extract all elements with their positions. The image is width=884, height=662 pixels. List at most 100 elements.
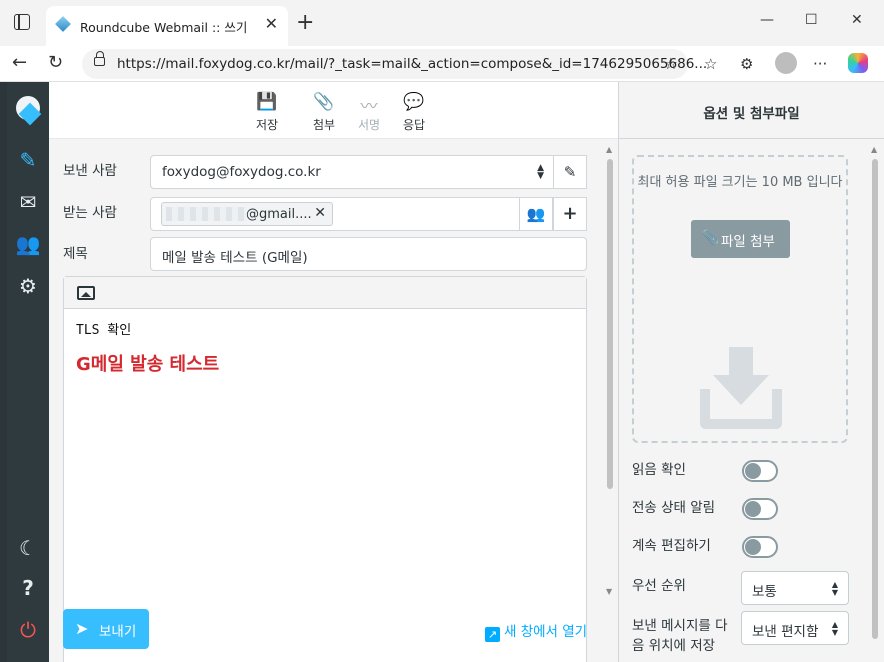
logout-icon[interactable]: ⏻	[7, 618, 49, 642]
scroll-down-icon[interactable]: ▼	[606, 587, 612, 596]
remove-recipient-icon[interactable]: ✕	[314, 205, 326, 221]
priority-label: 우선 순위	[632, 578, 686, 594]
download-icon	[700, 347, 782, 429]
read-receipt-label: 읽음 확인	[632, 462, 686, 478]
scroll-up-icon[interactable]: ▲	[871, 145, 877, 154]
save-icon: 💾	[256, 92, 278, 112]
compose-scrollbar[interactable]: ▲ ▼	[602, 139, 618, 602]
contacts-icon[interactable]: 👥	[7, 232, 49, 256]
address-book-icon[interactable]: 👥	[519, 197, 553, 231]
compose-headers: 보낸 사람 foxydog@foxydog.co.kr ▲ ▼ ✎ 받는 사람 @…	[49, 139, 618, 662]
delivery-status-row: 전송 상태 알림	[632, 498, 872, 520]
tab-close-icon[interactable]: ✕	[265, 14, 278, 33]
select-arrow-icon: ▲ ▼	[831, 620, 838, 637]
roundcube-favicon-icon	[55, 16, 71, 32]
recipient-chip[interactable]: @gmail.... ✕	[161, 202, 333, 226]
keep-editing-label: 계속 편집하기	[632, 538, 711, 554]
compose-panel: 💾 저장 📎 첨부 〰 서명 💬 응답 보낸 사람 foxydog@foxydo…	[49, 82, 618, 662]
favorites-icon[interactable]: ☆	[704, 55, 717, 73]
send-icon: ➤	[75, 619, 89, 638]
options-header: 옵션 및 첨부파일	[619, 82, 884, 139]
read-receipt-toggle[interactable]	[742, 460, 778, 482]
browser-address-bar: ← ↻ https://mail.foxydog.co.kr/mail/?_ta…	[0, 46, 884, 82]
profile-avatar[interactable]	[775, 52, 797, 74]
select-arrow-icon: ▲ ▼	[537, 163, 544, 181]
browser-tab-bar: Roundcube Webmail :: 쓰기 ✕ + — ☐ ✕	[0, 0, 884, 46]
signature-button[interactable]: 〰 서명	[345, 92, 393, 133]
read-receipt-row: 읽음 확인	[632, 460, 872, 482]
save-sent-row: 보낸 메시지를 다음 위치에 저장 보낸 편지함 ▲ ▼	[632, 611, 872, 658]
delivery-status-label: 전송 상태 알림	[632, 500, 716, 516]
new-tab-icon[interactable]: +	[296, 10, 314, 35]
roundcube-app: ✎ ✉ 👥 ⚙ ☾ ? ⏻ 💾 저장 📎 첨부 〰 서명 💬 응답 보낸 사람 …	[0, 82, 884, 662]
more-menu-icon[interactable]: ···	[813, 55, 827, 73]
mail-icon[interactable]: ✉	[7, 190, 49, 214]
compose-icon[interactable]: ✎	[7, 148, 49, 172]
external-link-icon: ↗	[485, 627, 500, 642]
editor-toolbar	[64, 277, 586, 309]
back-icon[interactable]: ←	[12, 52, 27, 73]
select-arrow-icon: ▲ ▼	[831, 580, 838, 597]
priority-row: 우선 순위 보통 ▲ ▼	[632, 570, 872, 605]
scroll-thumb[interactable]	[872, 159, 878, 639]
nav-rail: ✎ ✉ 👥 ⚙ ☾ ? ⏻	[7, 82, 49, 662]
from-label: 보낸 사람	[63, 163, 117, 179]
comment-icon: 💬	[403, 92, 425, 112]
help-icon[interactable]: ?	[7, 576, 49, 600]
compose-toolbar: 💾 저장 📎 첨부 〰 서명 💬 응답	[49, 82, 618, 139]
keep-editing-toggle[interactable]	[742, 536, 778, 558]
lock-icon[interactable]	[94, 51, 105, 66]
favorite-star-icon[interactable]: ☆	[664, 54, 678, 73]
file-attach-button[interactable]: 📎 파일 첨부	[691, 220, 790, 258]
add-header-icon[interactable]: +	[553, 197, 587, 231]
paperclip-icon: 📎	[313, 92, 335, 112]
attachment-dropzone[interactable]: 최대 허용 파일 크기는 10 MB 입니다 📎 파일 첨부	[632, 155, 848, 443]
body-heading: G메일 발송 테스트	[76, 354, 220, 375]
paperclip-icon: 📎	[702, 230, 720, 246]
save-sent-label: 보낸 메시지를 다음 위치에 저장	[632, 618, 728, 654]
settings-icon[interactable]: ⚙	[7, 274, 49, 298]
options-scrollbar[interactable]: ▲	[866, 139, 884, 662]
recipient-address: @gmail....	[246, 207, 312, 222]
keep-editing-row: 계속 편집하기	[632, 536, 872, 558]
from-value: foxydog@foxydog.co.kr	[162, 164, 321, 180]
minimize-icon[interactable]: —	[760, 12, 774, 28]
options-title: 옵션 및 첨부파일	[703, 106, 800, 122]
tab-actions-icon[interactable]	[14, 14, 30, 30]
insert-image-icon[interactable]	[77, 286, 95, 300]
delivery-status-toggle[interactable]	[742, 498, 778, 520]
attach-button[interactable]: 📎 첨부	[300, 92, 348, 133]
extensions-icon[interactable]: ⚙	[740, 55, 753, 73]
maximize-icon[interactable]: ☐	[805, 12, 818, 28]
redacted-address	[166, 207, 246, 221]
subject-value: 메일 발송 테스트 (G메일)	[162, 250, 308, 266]
signature-icon: 〰	[360, 97, 378, 117]
tab-title: Roundcube Webmail :: 쓰기	[80, 20, 248, 35]
from-select[interactable]: foxydog@foxydog.co.kr ▲ ▼ ✎	[150, 155, 587, 189]
url-text: https://mail.foxydog.co.kr/mail/?_task=m…	[117, 56, 708, 72]
close-window-icon[interactable]: ✕	[851, 12, 863, 28]
save-sent-select[interactable]: 보낸 편지함 ▲ ▼	[741, 611, 849, 645]
subject-label: 제목	[63, 246, 88, 262]
scroll-up-icon[interactable]: ▲	[606, 145, 612, 154]
to-field[interactable]: @gmail.... ✕ 👥 +	[150, 197, 587, 231]
subject-input[interactable]: 메일 발송 테스트 (G메일)	[150, 237, 587, 271]
save-button[interactable]: 💾 저장	[243, 92, 291, 133]
dark-mode-icon[interactable]: ☾	[7, 536, 49, 560]
open-new-window-link[interactable]: ↗ 새 창에서 열기	[485, 620, 587, 642]
edit-identity-icon[interactable]: ✎	[553, 155, 587, 189]
to-label: 받는 사람	[63, 205, 117, 221]
url-field[interactable]: https://mail.foxydog.co.kr/mail/?_task=m…	[82, 49, 707, 79]
send-button[interactable]: ➤ 보내기	[63, 609, 149, 649]
browser-tab[interactable]: Roundcube Webmail :: 쓰기 ✕	[46, 6, 288, 46]
roundcube-logo[interactable]	[16, 96, 42, 126]
options-panel: 옵션 및 첨부파일 최대 허용 파일 크기는 10 MB 입니다 📎 파일 첨부…	[619, 82, 884, 662]
reload-icon[interactable]: ↻	[48, 52, 63, 73]
copilot-icon[interactable]	[848, 53, 868, 73]
scroll-thumb[interactable]	[607, 159, 613, 489]
body-line: TLS 확인	[76, 323, 132, 338]
responses-button[interactable]: 💬 응답	[390, 92, 438, 133]
message-editor[interactable]: TLS 확인 G메일 발송 테스트	[63, 276, 587, 662]
priority-select[interactable]: 보통 ▲ ▼	[741, 571, 849, 605]
max-size-text: 최대 허용 파일 크기는 10 MB 입니다	[637, 175, 843, 190]
